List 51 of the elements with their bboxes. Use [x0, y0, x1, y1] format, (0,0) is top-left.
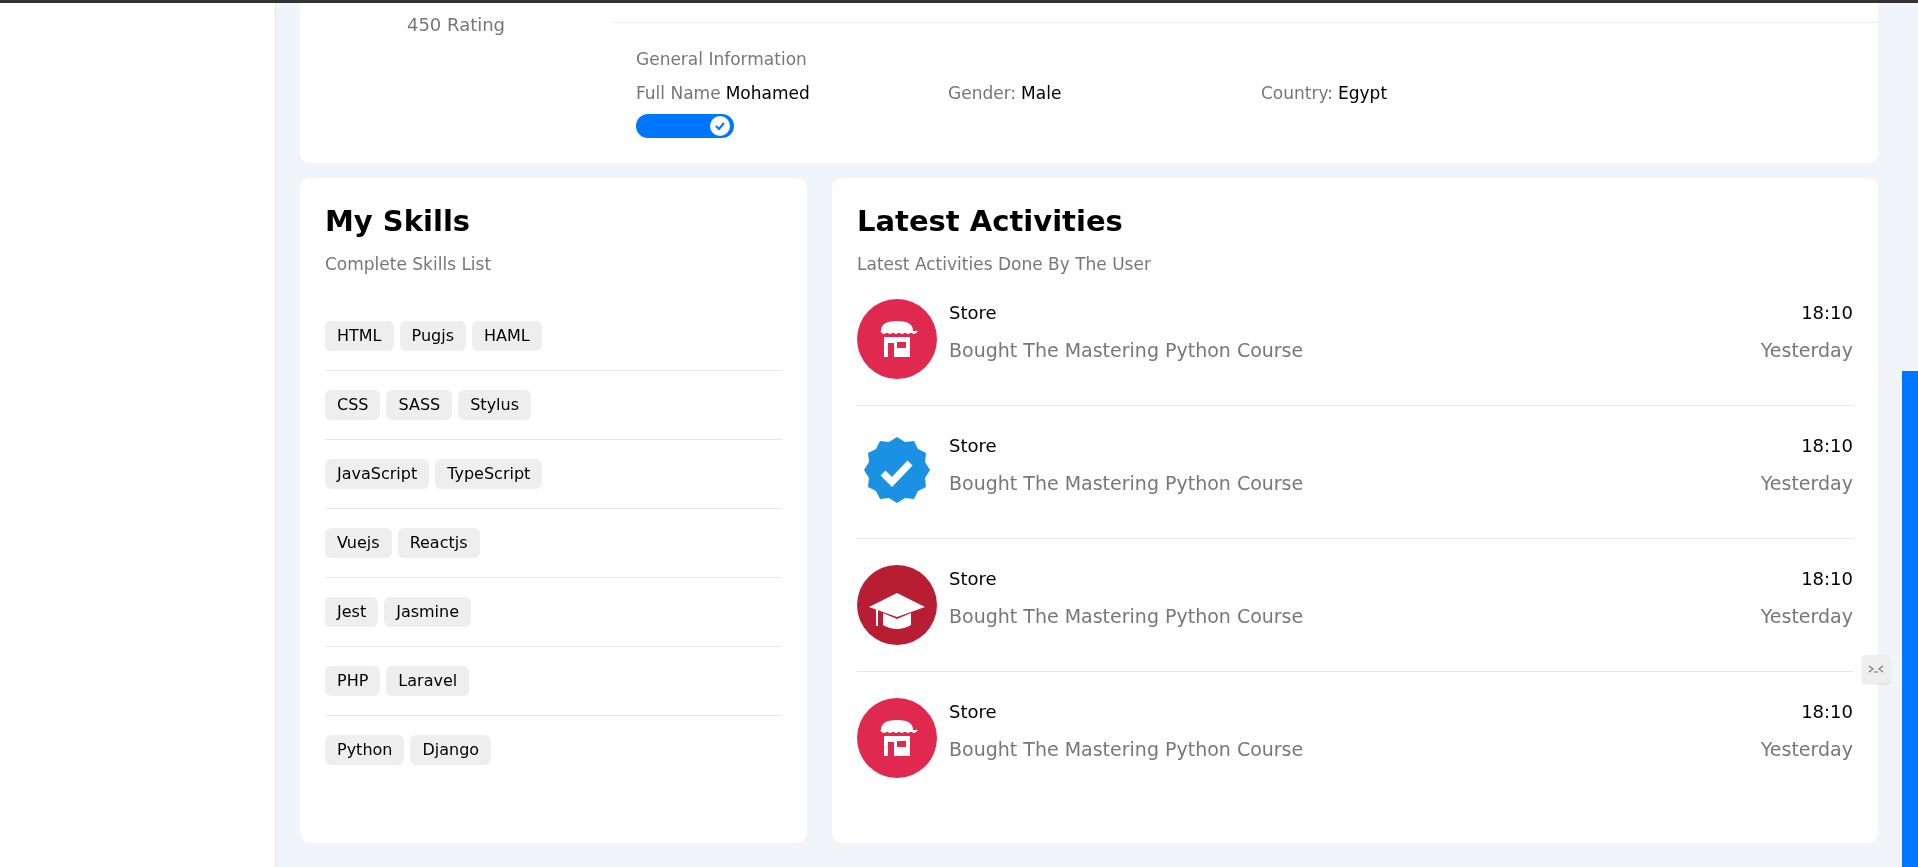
activity-time: 18:10	[1801, 434, 1853, 458]
activity-time: 18:10	[1801, 567, 1853, 591]
skill-tag: HAML	[472, 321, 542, 351]
skill-tag: Jest	[325, 597, 379, 627]
skill-tag: Python	[325, 735, 405, 765]
skill-tag: TypeScript	[435, 459, 543, 489]
activity-day: Yesterday	[1760, 469, 1853, 498]
skill-tag: HTML	[325, 321, 394, 351]
skill-tag: Reactjs	[397, 528, 480, 558]
activity-description: Bought The Mastering Python Course	[949, 604, 1304, 629]
field-label: Full Name	[636, 81, 721, 105]
scrollbar-thumb[interactable]	[1902, 371, 1918, 867]
emoticon-widget-icon[interactable]	[1862, 655, 1890, 683]
card-subtitle: Latest Activities Done By The User	[857, 252, 1152, 276]
card-subtitle: Complete Skills List	[325, 252, 493, 276]
section-title: General Information	[636, 48, 807, 71]
skill-tag: Stylus	[458, 390, 532, 420]
skill-tag: Laravel	[386, 666, 470, 696]
skill-tag: PHP	[325, 666, 381, 696]
rating-text: 450 Rating	[406, 13, 506, 37]
toggle-switch[interactable]	[636, 114, 734, 138]
activity-description: Bought The Mastering Python Course	[949, 471, 1304, 496]
activity-title: Store	[949, 434, 997, 458]
skill-tag: Pugjs	[399, 321, 466, 351]
activity-day: Yesterday	[1760, 336, 1853, 365]
activity-title: Store	[949, 567, 997, 591]
skill-tag: CSS	[325, 390, 381, 420]
activity-day: Yesterday	[1760, 735, 1853, 764]
check-icon	[714, 120, 726, 132]
field-value: Male	[1021, 81, 1062, 105]
activity-time: 18:10	[1801, 301, 1853, 325]
skill-tag: Jasmine	[384, 597, 472, 627]
card-title: Latest Activities	[857, 203, 1124, 240]
store-icon	[857, 698, 937, 778]
activity-day: Yesterday	[1760, 602, 1853, 631]
field-value: Egypt	[1338, 81, 1388, 105]
activity-title: Store	[949, 301, 997, 325]
activity-title: Store	[949, 700, 997, 724]
skill-tag: JavaScript	[325, 459, 430, 489]
graduation-cap-icon	[857, 565, 937, 645]
activity-time: 18:10	[1801, 700, 1853, 724]
store-icon	[857, 299, 937, 379]
field-value: Mohamed	[725, 81, 810, 105]
skill-tag: SASS	[386, 390, 453, 420]
skill-tag: Vuejs	[325, 528, 392, 558]
activity-description: Bought The Mastering Python Course	[949, 737, 1304, 762]
card-title: My Skills	[325, 203, 472, 240]
field-label: Gender:	[948, 81, 1017, 105]
field-label: Country:	[1261, 81, 1334, 105]
activity-description: Bought The Mastering Python Course	[949, 338, 1304, 363]
skill-tag: Django	[410, 735, 492, 765]
